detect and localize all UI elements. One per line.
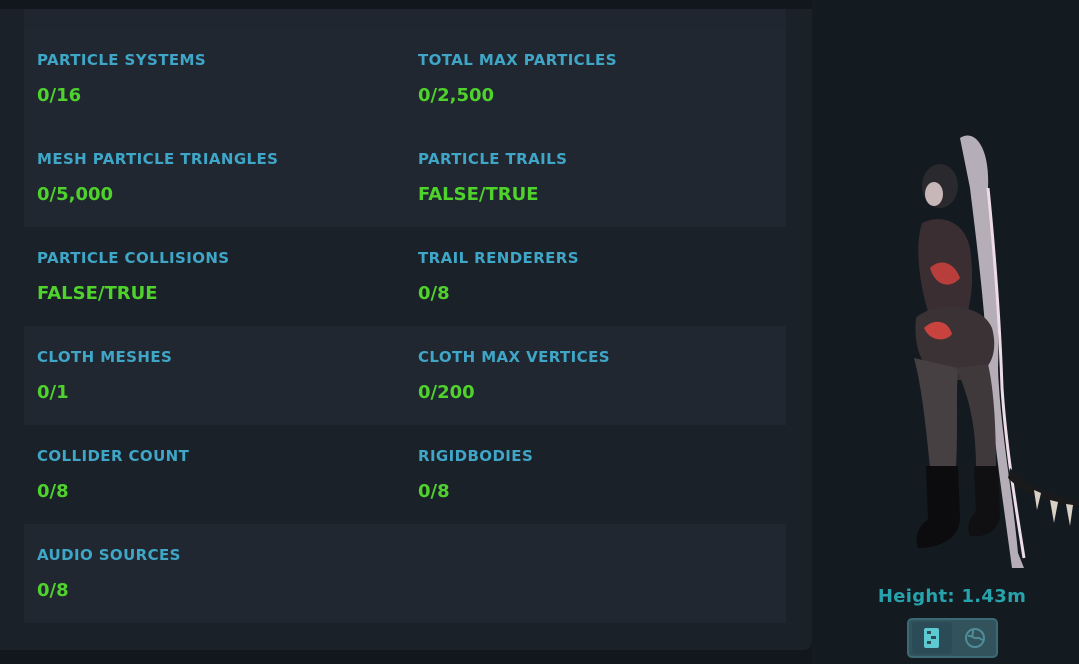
avatar-preview-figure — [914, 135, 1078, 568]
stats-row: COLLIDER COUNT 0/8 RIGIDBODIES 0/8 — [24, 425, 786, 524]
stat-value: 0/2,500 — [418, 85, 495, 106]
stats-row: CLOTH MESHES 0/1 CLOTH MAX VERTICES 0/20… — [24, 326, 786, 425]
preview-mode-toggle[interactable] — [907, 618, 998, 658]
stat-value: 0/16 — [37, 85, 82, 106]
panel-header-strip — [24, 9, 786, 29]
stats-row: MESH PARTICLE TRIANGLES 0/5,000 PARTICLE… — [24, 128, 786, 227]
stat-value: FALSE/TRUE — [418, 184, 539, 205]
stat-value: 0/5,000 — [37, 184, 114, 205]
stats-row: PARTICLE COLLISIONS FALSE/TRUE TRAIL REN… — [24, 227, 786, 326]
stat-label: COLLIDER COUNT — [37, 447, 190, 465]
stat-value: 0/8 — [418, 481, 450, 502]
stat-label: MESH PARTICLE TRIANGLES — [37, 150, 279, 168]
stats-row: AUDIO SOURCES 0/8 — [24, 524, 786, 623]
stat-label: TRAIL RENDERERS — [418, 249, 579, 267]
stat-label: RIGIDBODIES — [418, 447, 534, 465]
stat-label: CLOTH MESHES — [37, 348, 173, 366]
stat-label: CLOTH MAX VERTICES — [418, 348, 610, 366]
stat-value: 0/8 — [418, 283, 450, 304]
stats-grid: PARTICLE SYSTEMS 0/16 TOTAL MAX PARTICLE… — [24, 29, 786, 623]
stat-value: 0/200 — [418, 382, 475, 403]
stat-value: 0/8 — [37, 580, 69, 601]
stat-value: FALSE/TRUE — [37, 283, 158, 304]
avatar-height-label: Height: 1.43m — [877, 586, 1027, 607]
stats-row: PARTICLE SYSTEMS 0/16 TOTAL MAX PARTICLE… — [24, 29, 786, 128]
stat-value: 0/8 — [37, 481, 69, 502]
stat-label: PARTICLE TRAILS — [418, 150, 568, 168]
globe-icon[interactable] — [955, 622, 995, 654]
stat-label: TOTAL MAX PARTICLES — [418, 51, 617, 69]
stat-value: 0/1 — [37, 382, 69, 403]
book-icon[interactable] — [912, 622, 952, 654]
stat-label: AUDIO SOURCES — [37, 546, 181, 564]
stat-label: PARTICLE SYSTEMS — [37, 51, 207, 69]
stat-label: PARTICLE COLLISIONS — [37, 249, 230, 267]
